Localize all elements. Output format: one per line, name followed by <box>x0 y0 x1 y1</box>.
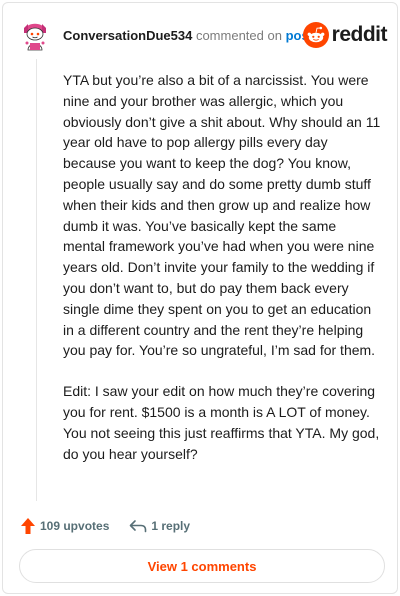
comment-meta: ConversationDue534 commented on post <box>63 28 313 43</box>
reddit-brand[interactable]: reddit <box>302 21 388 49</box>
view-comments-button[interactable]: View 1 comments <box>19 549 385 583</box>
comment-card: ConversationDue534 commented on post red… <box>2 2 398 594</box>
username-link[interactable]: ConversationDue534 <box>63 28 192 43</box>
reply-arrow-icon <box>130 520 147 533</box>
upvote-button[interactable]: 109 upvotes <box>20 517 109 535</box>
thread-line[interactable] <box>36 59 37 501</box>
comment-actions: 109 upvotes 1 reply <box>20 515 190 537</box>
reply-count: 1 reply <box>151 519 191 533</box>
upvote-count: 109 upvotes <box>40 519 110 533</box>
avatar-snoo-icon <box>19 19 51 51</box>
reddit-logo-icon <box>302 22 329 48</box>
comment-paragraph: Edit: I saw your edit on how much they’r… <box>63 383 380 462</box>
commented-on-text: commented on <box>195 28 282 43</box>
comment-paragraph: YTA but you’re also a bit of a narcissis… <box>63 72 381 359</box>
avatar[interactable] <box>19 19 51 51</box>
comment-header: ConversationDue534 commented on post red… <box>19 19 388 55</box>
upvote-arrow-icon <box>21 518 35 534</box>
reddit-wordmark: reddit <box>331 23 388 46</box>
comment-body: YTA but you’re also a bit of a narcissis… <box>63 70 381 464</box>
reply-button[interactable]: 1 reply <box>129 519 190 533</box>
